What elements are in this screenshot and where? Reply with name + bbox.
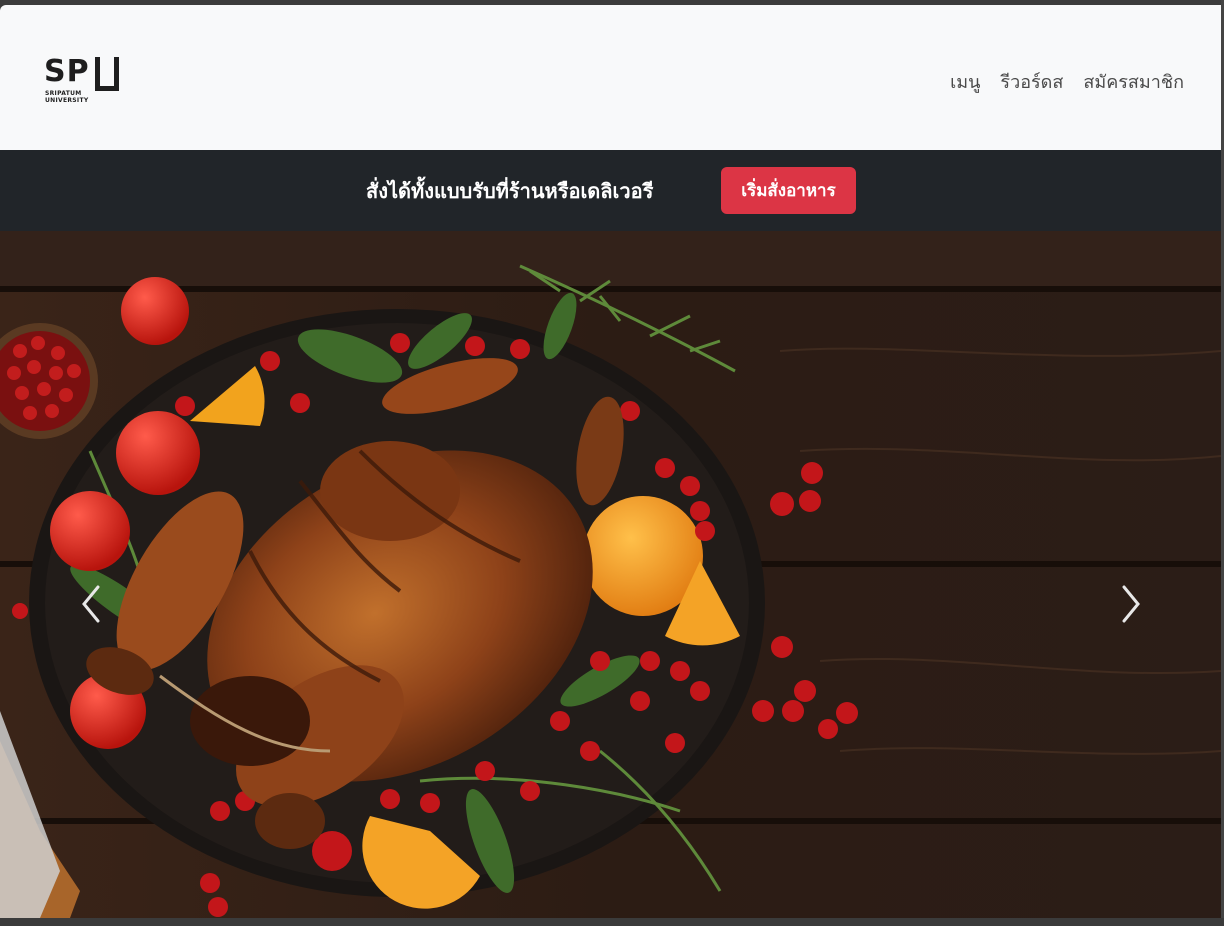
carousel-next-button[interactable] — [1110, 579, 1150, 629]
logo-subtitle: SRIPATUM UNIVERSITY — [45, 90, 89, 104]
roast-chicken-platter-image — [0, 231, 1221, 918]
chevron-right-icon — [1122, 585, 1140, 623]
navbar: SP SRIPATUM UNIVERSITY เมนู รีวอร์ดส สมัค… — [0, 5, 1221, 150]
promo-text: สั่งได้ทั้งแบบรับที่ร้านหรือเดลิเวอรี — [366, 179, 654, 203]
start-order-button[interactable]: เริ่มสั่งอาหาร — [721, 167, 856, 214]
carousel-prev-button[interactable] — [72, 579, 112, 629]
nav-links: เมนู รีวอร์ดส สมัครสมาชิก — [950, 69, 1184, 97]
brand-logo[interactable]: SP SRIPATUM UNIVERSITY — [44, 57, 124, 105]
chevron-left-icon — [82, 585, 100, 623]
nav-link-menu[interactable]: เมนู — [950, 69, 980, 97]
logo-u-shape — [95, 57, 119, 91]
nav-link-rewards[interactable]: รีวอร์ดส — [1000, 69, 1063, 97]
hero-carousel — [0, 231, 1221, 918]
window-frame-bottom — [0, 918, 1224, 926]
logo-text: SP — [44, 54, 90, 89]
promo-bar: สั่งได้ทั้งแบบรับที่ร้านหรือเดลิเวอรี เร… — [0, 150, 1221, 231]
nav-link-signup[interactable]: สมัครสมาชิก — [1083, 69, 1184, 97]
